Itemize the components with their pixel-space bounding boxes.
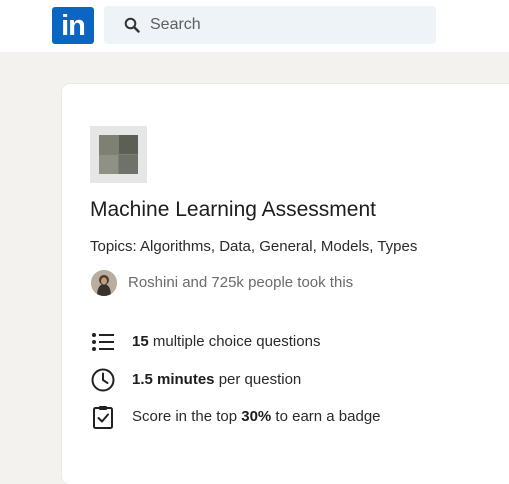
feature-time-per-question: 1.5 minutes per question xyxy=(90,367,490,393)
clock-icon xyxy=(91,368,115,392)
assessment-title: Machine Learning Assessment xyxy=(90,198,376,221)
feature-text: 15 multiple choice questions xyxy=(132,333,321,350)
assessment-thumbnail-icon xyxy=(99,135,138,174)
feature-text: Score in the top 30% to earn a badge xyxy=(132,408,381,425)
search-icon xyxy=(124,17,140,33)
assessment-card: Machine Learning Assessment Topics: Algo… xyxy=(62,84,509,484)
list-icon xyxy=(92,333,114,351)
assessment-thumbnail xyxy=(90,126,147,183)
feature-text: 1.5 minutes per question xyxy=(132,371,302,388)
search-input[interactable]: Search xyxy=(150,16,201,34)
avatar xyxy=(91,270,117,296)
clipboard-check-icon xyxy=(93,406,113,429)
assessment-topics: Topics: Algorithms, Data, General, Model… xyxy=(90,238,418,255)
feature-badge-requirement: Score in the top 30% to earn a badge xyxy=(90,404,490,430)
social-proof-text: Roshini and 725k people took this xyxy=(128,274,354,291)
search-box[interactable]: Search xyxy=(104,6,436,44)
linkedin-logo[interactable]: in xyxy=(52,7,94,44)
top-navigation-bar: in Search xyxy=(0,0,509,52)
feature-question-count: 15 multiple choice questions xyxy=(90,329,490,355)
